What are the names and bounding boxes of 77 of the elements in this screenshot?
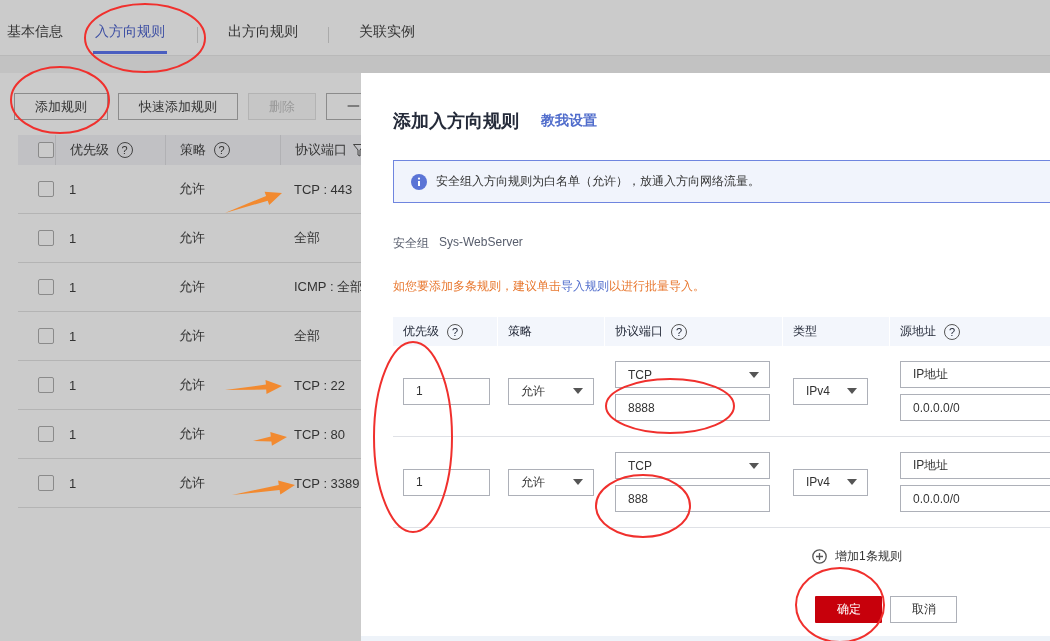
filter-icon[interactable] bbox=[352, 143, 361, 157]
column-header: 优先级 bbox=[69, 141, 109, 159]
info-text: 安全组入方向规则为白名单（允许），放通入方向网络流量。 bbox=[436, 173, 760, 190]
checkbox[interactable] bbox=[38, 181, 54, 198]
input-field[interactable]: 1 bbox=[403, 377, 490, 405]
toolbar-button[interactable]: 快速添加规则 bbox=[118, 93, 238, 120]
select-field[interactable]: 允许 bbox=[508, 468, 594, 496]
column-header: 源地址 bbox=[900, 323, 936, 340]
input-field[interactable]: 888 bbox=[615, 485, 770, 512]
caret-icon bbox=[847, 479, 857, 485]
checkbox[interactable] bbox=[38, 142, 54, 159]
add-rule-link[interactable]: 增加1条规则 bbox=[812, 548, 1050, 565]
table-cell: 1 bbox=[69, 377, 77, 393]
caret-icon bbox=[573, 388, 583, 394]
input-field[interactable]: 1 bbox=[403, 468, 490, 496]
column-header: 策略 bbox=[508, 323, 532, 340]
table-cell: 允许 bbox=[179, 279, 205, 294]
table-cell: 允许 bbox=[179, 230, 205, 245]
select-field[interactable]: TCP bbox=[615, 452, 770, 479]
caret-icon bbox=[749, 371, 759, 378]
annotation-arrow bbox=[232, 480, 295, 495]
cancel-button[interactable]: 取消 bbox=[890, 596, 957, 623]
plus-icon bbox=[812, 549, 827, 564]
annotation-arrow bbox=[225, 191, 282, 213]
select-field[interactable]: IPv4 bbox=[793, 468, 868, 496]
tab[interactable]: 基本信息 bbox=[7, 13, 63, 54]
import-hint: 如您要添加多条规则，建议单击导入规则以进行批量导入。 bbox=[393, 278, 706, 295]
input-field[interactable]: 0.0.0.0/0 bbox=[900, 394, 1050, 421]
help-link[interactable]: 教我设置 bbox=[541, 112, 597, 130]
checkbox[interactable] bbox=[38, 328, 54, 345]
dialog-title: 添加入方向规则 bbox=[393, 110, 519, 133]
column-header: 优先级 bbox=[403, 323, 439, 340]
table-cell: 全部 bbox=[294, 328, 320, 343]
table-cell: 1 bbox=[69, 181, 77, 197]
table-cell: 1 bbox=[69, 426, 77, 442]
import-link[interactable]: 导入规则 bbox=[561, 279, 609, 293]
caret-icon bbox=[847, 388, 857, 394]
select-field[interactable]: IP地址 bbox=[900, 452, 1050, 479]
select-field[interactable]: 允许 bbox=[508, 377, 594, 405]
table-cell: 允许 bbox=[179, 328, 205, 343]
select-field[interactable]: IPv4 bbox=[793, 377, 868, 405]
input-field[interactable]: 0.0.0.0/0 bbox=[900, 485, 1050, 512]
column-header: 类型 bbox=[793, 323, 817, 340]
table-cell: 1 bbox=[69, 475, 77, 491]
table-cell: 1 bbox=[69, 279, 77, 295]
info-icon bbox=[411, 173, 427, 190]
field-value: Sys-WebServer bbox=[439, 235, 523, 251]
checkbox[interactable] bbox=[38, 475, 54, 492]
table-cell: TCP : 3389 bbox=[294, 475, 360, 491]
table-cell: TCP : 80 bbox=[294, 426, 346, 442]
field-label: 安全组 bbox=[393, 235, 429, 252]
select-field[interactable]: TCP bbox=[615, 361, 770, 388]
tab[interactable]: 关联实例 bbox=[359, 13, 415, 54]
table-cell: 1 bbox=[69, 328, 77, 344]
column-header: 策略 bbox=[179, 141, 206, 159]
tab[interactable]: 出方向规则 bbox=[228, 13, 298, 54]
table-cell: TCP : 443 bbox=[294, 181, 353, 197]
table-cell: 允许 bbox=[179, 181, 205, 196]
checkbox[interactable] bbox=[38, 230, 54, 247]
select-field[interactable]: IP地址 bbox=[900, 361, 1050, 388]
table-cell: 允许 bbox=[179, 426, 205, 441]
annotation-arrow bbox=[253, 431, 287, 446]
table-cell: 允许 bbox=[179, 377, 205, 392]
table-cell: TCP : 22 bbox=[294, 377, 346, 393]
column-header: 协议端口 bbox=[294, 141, 347, 159]
input-field[interactable]: 8888 bbox=[615, 394, 770, 421]
table-cell: 全部 bbox=[294, 230, 320, 245]
caret-icon bbox=[573, 479, 583, 485]
column-header: 协议端口 bbox=[615, 323, 663, 340]
checkbox[interactable] bbox=[38, 377, 54, 394]
confirm-button[interactable]: 确定 bbox=[815, 596, 882, 623]
table-cell: 1 bbox=[69, 230, 77, 246]
toolbar-button[interactable]: 添加规则 bbox=[14, 93, 108, 120]
checkbox[interactable] bbox=[38, 279, 54, 296]
checkbox[interactable] bbox=[38, 426, 54, 443]
table-cell: 允许 bbox=[179, 475, 205, 490]
caret-icon bbox=[749, 462, 759, 469]
